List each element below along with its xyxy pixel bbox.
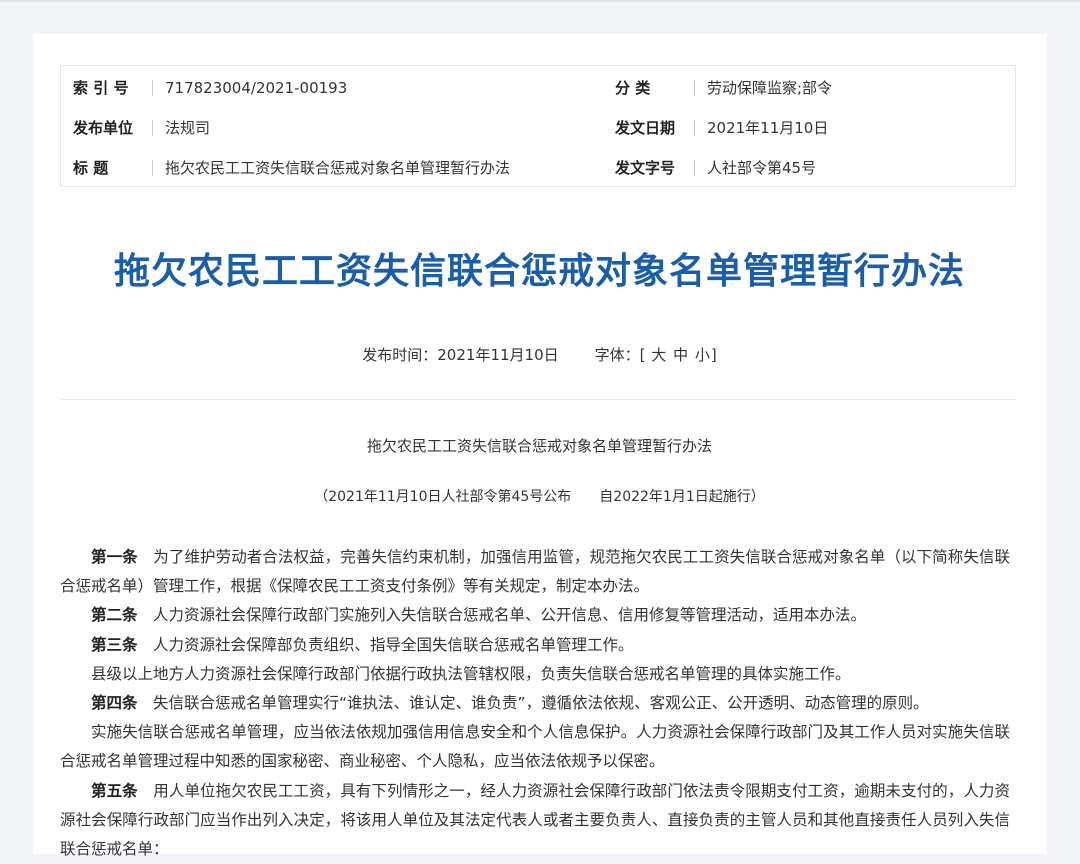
publish-info: 发布时间：2021年11月10日 字体：[ 大 中 小]	[33, 344, 1046, 366]
article-paragraph: 第二条 人力资源社会保障行政部门实施列入失信联合惩戒名单、公开信息、信用修复等管…	[60, 601, 1010, 630]
article-text: 人力资源社会保障行政部门实施列入失信联合惩戒名单、公开信息、信用修复等管理活动，…	[137, 606, 867, 625]
issue-date-value: 2021年11月10日	[707, 119, 829, 137]
article-heading: 第三条	[91, 635, 138, 654]
article-paragraph: 县级以上地方人力资源社会保障行政部门依据行政执法管辖权限，负责失信联合惩戒名单管…	[60, 660, 1010, 689]
article-text: 为了维护劳动者合法权益，完善失信约束机制，加强信用监管，规范拖欠农民工工资失信联…	[60, 548, 1010, 596]
metadata-table: 索 引 号 717823004/2021-00193 分 类 劳动保障监察;部令…	[60, 65, 1016, 187]
font-size-medium-button[interactable]: 中	[673, 344, 688, 366]
article-text: 实施失信联合惩戒名单管理，应当依法依规加强信用信息安全和个人信息保护。人力资源社…	[60, 723, 1010, 771]
document-body: 第一条 为了维护劳动者合法权益，完善失信约束机制，加强信用监管，规范拖欠农民工工…	[60, 543, 1010, 864]
separator	[694, 80, 695, 96]
title-label: 标 题	[73, 159, 109, 177]
separator	[694, 120, 695, 136]
title-value: 拖欠农民工工资失信联合惩戒对象名单管理暂行办法	[165, 159, 511, 177]
category-label: 分 类	[615, 79, 651, 97]
article-heading: 第一条	[91, 548, 138, 566]
separator	[152, 160, 153, 176]
article-paragraph: 第三条 人力资源社会保障部负责组织、指导全国失信联合惩戒名单管理工作。	[60, 631, 1010, 660]
article-paragraph: 第一条 为了维护劳动者合法权益，完善失信约束机制，加强信用监管，规范拖欠农民工工…	[60, 543, 1010, 601]
font-size-close-bracket: ]	[710, 346, 717, 364]
article-heading: 第五条	[91, 781, 138, 800]
document-subtitle: 拖欠农民工工资失信联合惩戒对象名单管理暂行办法	[366, 437, 712, 455]
article-paragraph: 第四条 失信联合惩戒名单管理实行“谁执法、谁认定、谁负责”，遵循依法依规、客观公…	[60, 689, 1010, 718]
article-text: 用人单位拖欠农民工工资，具有下列情形之一，经人力资源社会保障行政部门依法责令限期…	[60, 781, 1010, 859]
article-text: 失信联合惩戒名单管理实行“谁执法、谁认定、谁负责”，遵循依法依规、客观公正、公开…	[137, 694, 929, 713]
document-publication-note: （2021年11月10日人社部令第45号公布 自2022年1月1日起施行）	[314, 489, 765, 505]
index-number-label: 索 引 号	[73, 79, 129, 97]
metadata-row-title: 标 题 拖欠农民工工资失信联合惩戒对象名单管理暂行办法 发文字号 人社部令第45…	[61, 156, 1015, 180]
publisher-value: 法规司	[165, 119, 211, 137]
separator	[152, 120, 153, 136]
publish-time: 发布时间：2021年11月10日	[362, 346, 559, 364]
article-paragraph: 实施失信联合惩戒名单管理，应当依法依规加强信用信息安全和个人信息保护。人力资源社…	[60, 718, 1010, 776]
article-heading: 第二条	[91, 606, 138, 625]
category-value: 劳动保障监察;部令	[707, 79, 833, 97]
article-heading: 第四条	[91, 694, 138, 713]
document-number-label: 发文字号	[615, 159, 676, 177]
divider	[60, 399, 1016, 400]
font-size-label: 字体：[	[594, 346, 646, 364]
top-border	[0, 0, 1080, 2]
article-text: 县级以上地方人力资源社会保障行政部门依据行政执法管辖权限，负责失信联合惩戒名单管…	[91, 664, 851, 683]
publisher-label: 发布单位	[73, 119, 134, 137]
metadata-row-index: 索 引 号 717823004/2021-00193 分 类 劳动保障监察;部令	[61, 76, 1015, 100]
metadata-row-publisher: 发布单位 法规司 发文日期 2021年11月10日	[61, 116, 1015, 140]
document-page: 索 引 号 717823004/2021-00193 分 类 劳动保障监察;部令…	[33, 34, 1046, 858]
article-text: 人力资源社会保障部负责组织、指导全国失信联合惩戒名单管理工作。	[137, 635, 634, 654]
separator	[152, 80, 153, 96]
font-size-large-button[interactable]: 大	[651, 344, 666, 366]
font-size-small-button[interactable]: 小	[695, 344, 710, 366]
issue-date-label: 发文日期	[615, 119, 676, 137]
article-paragraph: 第五条 用人单位拖欠农民工工资，具有下列情形之一，经人力资源社会保障行政部门依法…	[60, 777, 1010, 864]
index-number-value: 717823004/2021-00193	[165, 79, 348, 97]
page-title: 拖欠农民工工资失信联合惩戒对象名单管理暂行办法	[113, 251, 965, 292]
separator	[694, 160, 695, 176]
document-number-value: 人社部令第45号	[707, 159, 817, 177]
